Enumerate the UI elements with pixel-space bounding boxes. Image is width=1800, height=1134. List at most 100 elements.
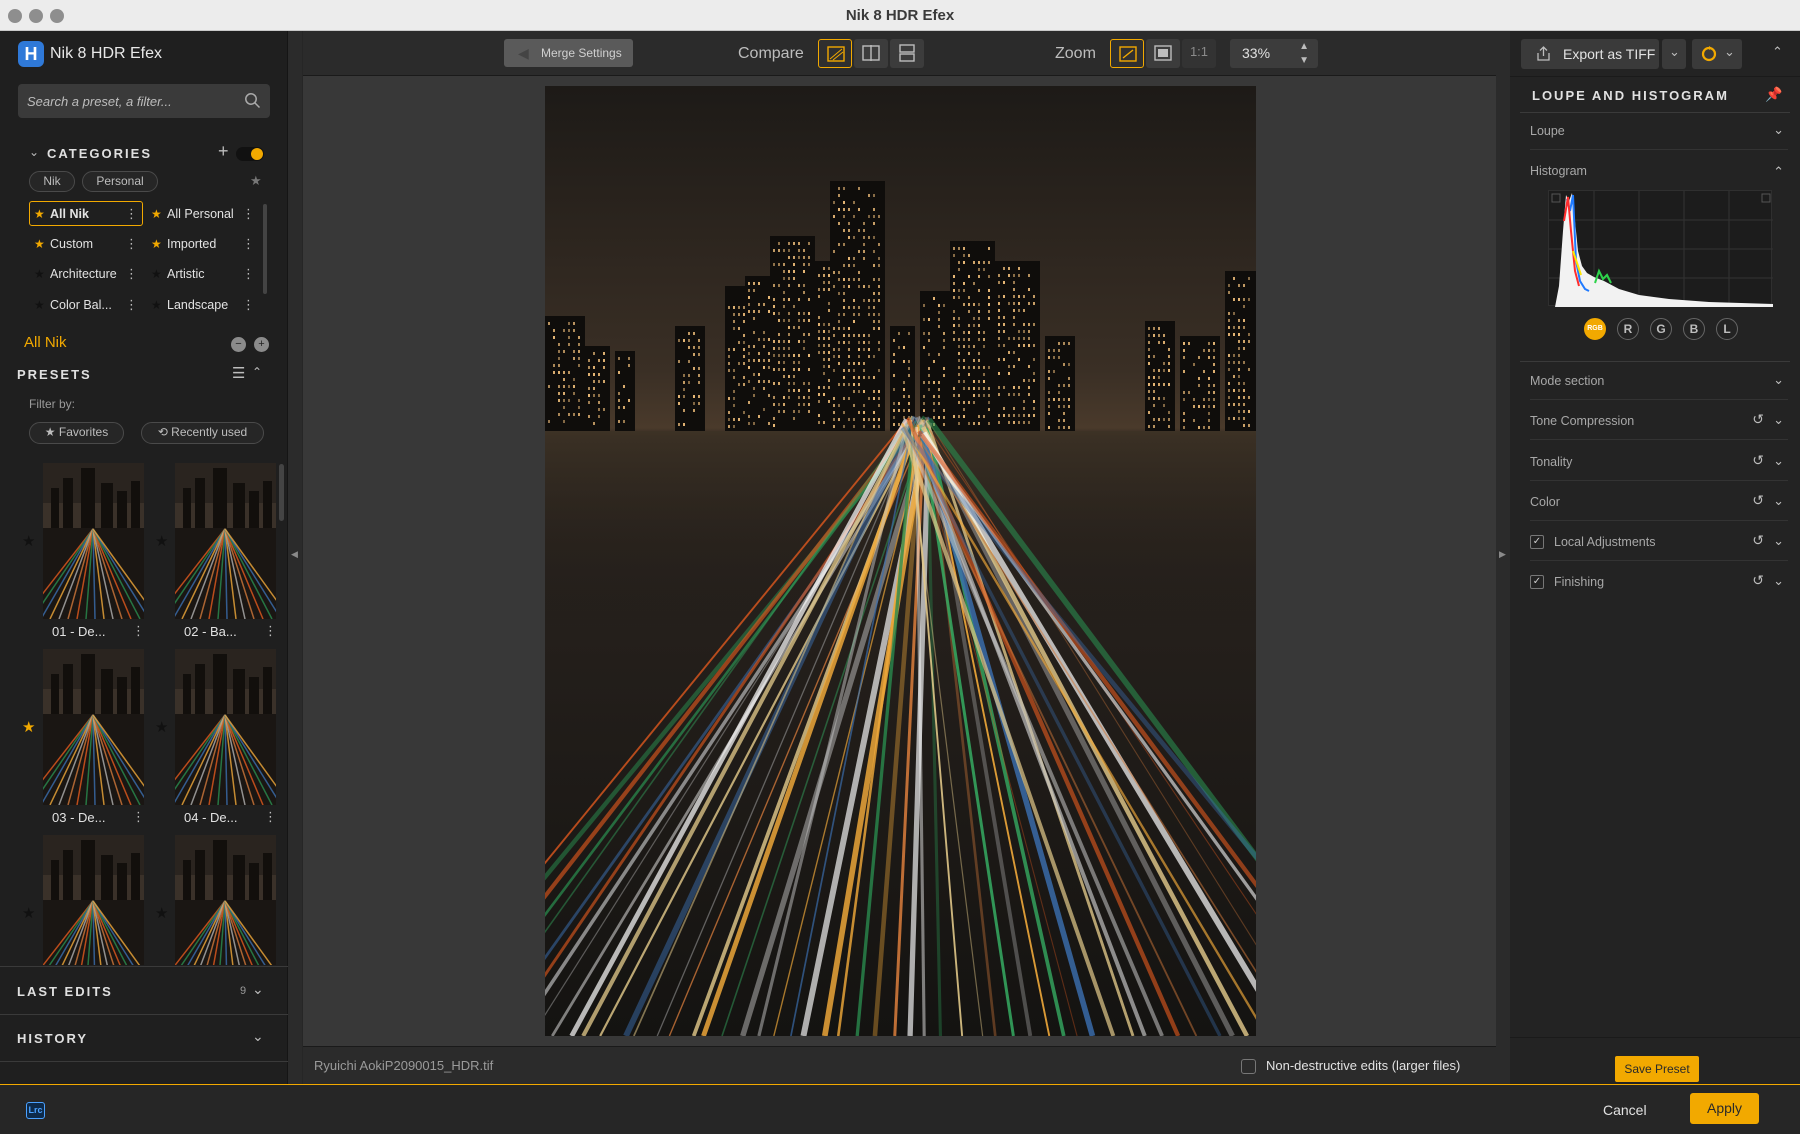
- reset-icon[interactable]: ↺: [1752, 411, 1764, 428]
- apply-button[interactable]: Apply: [1690, 1093, 1759, 1124]
- merge-settings-button[interactable]: ◀ Merge Settings: [504, 39, 633, 67]
- zoom-1to1-button[interactable]: 1:1: [1182, 39, 1216, 68]
- non-destructive-checkbox[interactable]: [1241, 1059, 1256, 1074]
- reset-icon[interactable]: ↺: [1752, 572, 1764, 589]
- channel-b-button[interactable]: B: [1683, 318, 1705, 340]
- reset-icon[interactable]: ↺: [1752, 452, 1764, 469]
- color-row[interactable]: Color ↺ ⌄: [1530, 483, 1788, 521]
- favorite-star-icon[interactable]: ★: [22, 904, 35, 922]
- favorite-filter-star-icon[interactable]: ★: [250, 173, 262, 189]
- channel-r-button[interactable]: R: [1617, 318, 1639, 340]
- filter-recently-used-button[interactable]: ⟲ Recently used: [141, 422, 264, 444]
- zoom-fit-button[interactable]: [1110, 39, 1144, 68]
- presets-collapse-icon[interactable]: ⌃: [252, 365, 262, 379]
- channel-rgb-button[interactable]: RGB: [1584, 318, 1606, 340]
- finishing-checkbox[interactable]: ✓: [1530, 575, 1544, 589]
- favorite-star-icon[interactable]: ★: [155, 532, 168, 550]
- star-icon[interactable]: ★: [151, 237, 162, 251]
- compare-side-by-side-button[interactable]: [890, 39, 924, 68]
- tone-compression-row[interactable]: Tone Compression ↺ ⌄: [1530, 402, 1788, 440]
- chevron-down-icon[interactable]: ⌄: [252, 981, 264, 998]
- star-icon[interactable]: ★: [34, 237, 45, 251]
- filter-favorites-button[interactable]: ★ Favorites: [29, 422, 124, 444]
- local-adjustments-checkbox[interactable]: ✓: [1530, 535, 1544, 549]
- compare-split-button[interactable]: [854, 39, 888, 68]
- more-icon[interactable]: ⋮: [242, 266, 255, 282]
- left-panel-collapse-handle[interactable]: ◀: [288, 31, 302, 1084]
- category-all-personal[interactable]: ★ All Personal ⋮: [146, 201, 260, 226]
- more-icon[interactable]: ⋮: [125, 297, 138, 313]
- star-icon[interactable]: ★: [34, 267, 45, 281]
- zoom-level-select[interactable]: 33% ▲ ▼: [1230, 39, 1318, 68]
- more-icon[interactable]: ⋮: [242, 236, 255, 252]
- preset-thumbnail[interactable]: [43, 835, 144, 965]
- import-preset-icon[interactable]: −: [231, 337, 246, 352]
- categories-toggle[interactable]: [236, 147, 264, 161]
- add-category-plus-icon[interactable]: +: [218, 141, 229, 162]
- channel-l-button[interactable]: L: [1716, 318, 1738, 340]
- tab-personal[interactable]: Personal: [82, 171, 158, 192]
- search-input[interactable]: Search a preset, a filter...: [27, 94, 172, 109]
- search-icon[interactable]: [244, 92, 261, 109]
- category-landscape[interactable]: ★ Landscape ⋮: [146, 292, 260, 317]
- preset-thumbnail[interactable]: [175, 649, 276, 805]
- collapse-panel-icon[interactable]: ⌃: [1772, 44, 1783, 60]
- more-icon[interactable]: ⋮: [132, 809, 145, 825]
- reset-icon[interactable]: ↺: [1752, 532, 1764, 549]
- histogram-row[interactable]: Histogram ⌃: [1530, 152, 1788, 190]
- channel-g-button[interactable]: G: [1650, 318, 1672, 340]
- presets-scrollbar[interactable]: [279, 464, 284, 521]
- favorite-star-icon[interactable]: ★: [155, 904, 168, 922]
- star-icon[interactable]: ★: [34, 298, 45, 312]
- favorite-star-icon[interactable]: ★: [22, 532, 35, 550]
- preset-thumbnail[interactable]: [43, 463, 144, 619]
- list-view-icon[interactable]: ☰: [232, 364, 245, 382]
- categories-collapse-icon[interactable]: ⌄: [29, 145, 39, 159]
- search-box[interactable]: Search a preset, a filter...: [18, 84, 270, 118]
- category-architecture[interactable]: ★ Architecture ⋮: [29, 261, 143, 286]
- favorite-star-icon[interactable]: ★: [22, 718, 35, 736]
- preset-thumbnail[interactable]: [175, 463, 276, 619]
- categories-scrollbar[interactable]: [263, 204, 267, 294]
- add-preset-icon[interactable]: +: [254, 337, 269, 352]
- category-imported[interactable]: ★ Imported ⋮: [146, 231, 260, 256]
- chevron-down-icon[interactable]: ⌄: [252, 1028, 264, 1045]
- preset-thumbnail[interactable]: [43, 649, 144, 805]
- more-icon[interactable]: ⋮: [125, 266, 138, 282]
- right-panel-collapse-handle[interactable]: ▶: [1496, 31, 1510, 1084]
- star-icon[interactable]: ★: [151, 207, 162, 221]
- pin-icon[interactable]: 📌: [1765, 86, 1782, 103]
- main-photo[interactable]: [545, 86, 1256, 1036]
- tab-nik[interactable]: Nik: [29, 171, 75, 192]
- category-color-balance[interactable]: ★ Color Bal... ⋮: [29, 292, 143, 317]
- more-icon[interactable]: ⋮: [125, 236, 138, 252]
- star-icon[interactable]: ★: [34, 207, 45, 221]
- category-artistic[interactable]: ★ Artistic ⋮: [146, 261, 260, 286]
- save-preset-button[interactable]: Save Preset: [1615, 1056, 1699, 1082]
- preset-preview-image: [175, 463, 276, 619]
- more-icon[interactable]: ⋮: [125, 206, 138, 222]
- category-all-nik[interactable]: ★ All Nik ⋮: [29, 201, 143, 226]
- compare-single-button[interactable]: [818, 39, 852, 68]
- more-icon[interactable]: ⋮: [264, 809, 277, 825]
- export-button[interactable]: Export as TIFF: [1521, 39, 1659, 69]
- sync-settings-button[interactable]: ⌄: [1692, 39, 1742, 69]
- preset-thumbnail[interactable]: [175, 835, 276, 965]
- zoom-fill-button[interactable]: [1146, 39, 1180, 68]
- finishing-row[interactable]: ✓ Finishing ↺ ⌄: [1530, 563, 1788, 601]
- more-icon[interactable]: ⋮: [264, 623, 277, 639]
- local-adjustments-row[interactable]: ✓ Local Adjustments ↺ ⌄: [1530, 523, 1788, 561]
- tonality-row[interactable]: Tonality ↺ ⌄: [1530, 443, 1788, 481]
- cancel-button[interactable]: Cancel: [1603, 1102, 1647, 1118]
- favorite-star-icon[interactable]: ★: [155, 718, 168, 736]
- more-icon[interactable]: ⋮: [132, 623, 145, 639]
- star-icon[interactable]: ★: [151, 267, 162, 281]
- category-custom[interactable]: ★ Custom ⋮: [29, 231, 143, 256]
- more-icon[interactable]: ⋮: [242, 297, 255, 313]
- export-format-dropdown[interactable]: ⌄: [1662, 39, 1686, 69]
- mode-section-row[interactable]: Mode section ⌄: [1530, 362, 1788, 400]
- reset-icon[interactable]: ↺: [1752, 492, 1764, 509]
- loupe-row[interactable]: Loupe ⌄: [1530, 112, 1788, 150]
- more-icon[interactable]: ⋮: [242, 206, 255, 222]
- star-icon[interactable]: ★: [151, 298, 162, 312]
